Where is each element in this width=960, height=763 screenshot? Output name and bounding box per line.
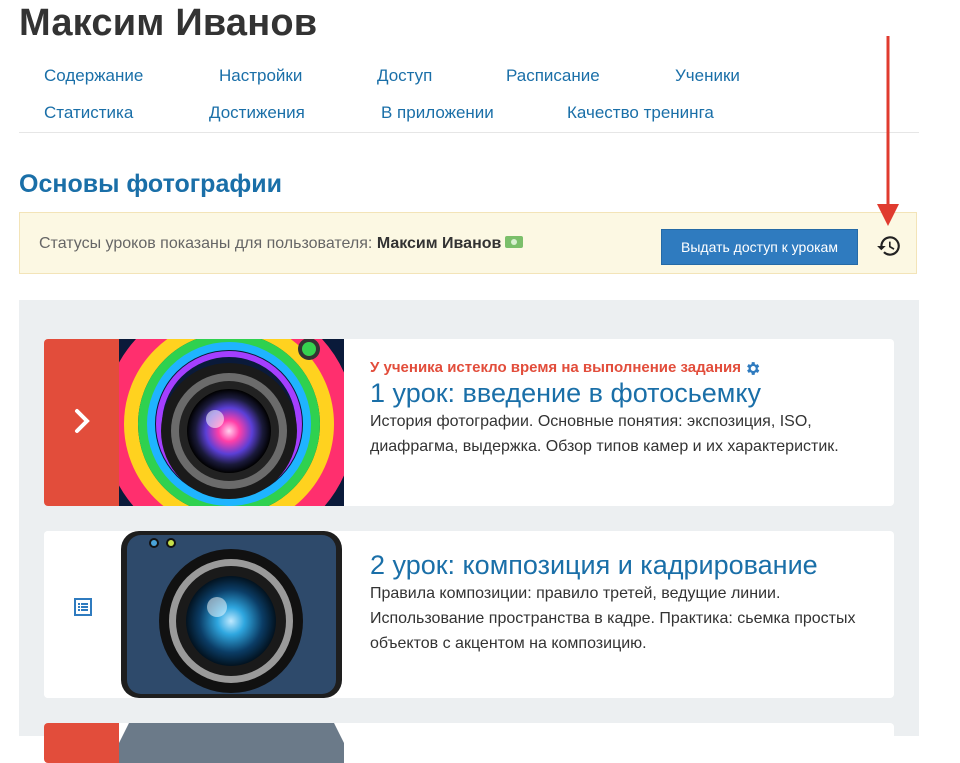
lesson-body: 2 урок: композиция и кадрирование Правил… bbox=[370, 549, 874, 656]
lesson-body: У ученика истекло время на выполнение за… bbox=[370, 359, 874, 459]
lesson-warning: У ученика истекло время на выполнение за… bbox=[370, 359, 874, 377]
lesson-toggle[interactable] bbox=[44, 339, 119, 506]
lesson-title[interactable]: 2 урок: композиция и кадрирование bbox=[370, 549, 874, 581]
lesson-description: Правила композиции: правило третей, веду… bbox=[370, 585, 856, 652]
nav-access[interactable]: Доступ bbox=[377, 66, 432, 86]
status-bar: Статусы уроков показаны для пользователя… bbox=[19, 212, 917, 274]
nav-schedule[interactable]: Расписание bbox=[506, 66, 600, 86]
lesson-card[interactable] bbox=[44, 723, 894, 763]
lesson-thumbnail bbox=[119, 531, 344, 698]
list-icon bbox=[74, 598, 92, 616]
money-icon bbox=[505, 235, 524, 248]
nav-in-app[interactable]: В приложении bbox=[381, 103, 494, 123]
lesson-card[interactable]: У ученика истекло время на выполнение за… bbox=[44, 339, 894, 506]
lesson-card[interactable]: 2 урок: композиция и кадрирование Правил… bbox=[44, 531, 894, 698]
course-title: Основы фотографии bbox=[19, 170, 282, 198]
lesson-toggle[interactable] bbox=[44, 531, 119, 698]
nav-statistics[interactable]: Статистика bbox=[44, 103, 133, 123]
nav-settings[interactable]: Настройки bbox=[219, 66, 302, 86]
grant-access-button[interactable]: Выдать доступ к урокам bbox=[661, 229, 858, 265]
nav-training-quality[interactable]: Качество тренинга bbox=[567, 103, 714, 123]
status-user[interactable]: Максим Иванов bbox=[377, 235, 502, 252]
lesson-description: История фотографии. Основные понятия: эк… bbox=[370, 412, 839, 455]
status-text: Статусы уроков показаны для пользователя… bbox=[39, 235, 524, 253]
course-nav: Содержание Настройки Доступ Расписание У… bbox=[19, 60, 919, 133]
nav-students[interactable]: Ученики bbox=[675, 66, 740, 86]
lesson-thumbnail bbox=[119, 339, 344, 506]
chevron-right-icon bbox=[75, 409, 90, 433]
status-prefix: Статусы уроков показаны для пользователя… bbox=[39, 235, 377, 252]
lesson-warning-text: У ученика истекло время на выполнение за… bbox=[370, 359, 742, 376]
annotation-arrow bbox=[877, 36, 899, 226]
lesson-title[interactable]: 1 урок: введение в фотосьемку bbox=[370, 377, 874, 409]
page-title: Максим Иванов bbox=[19, 2, 318, 44]
history-icon[interactable] bbox=[876, 233, 902, 259]
lesson-thumbnail bbox=[119, 723, 344, 763]
gear-icon[interactable] bbox=[744, 360, 761, 377]
nav-content[interactable]: Содержание bbox=[44, 66, 143, 86]
nav-achievements[interactable]: Достижения bbox=[209, 103, 305, 123]
lesson-toggle[interactable] bbox=[44, 723, 119, 763]
